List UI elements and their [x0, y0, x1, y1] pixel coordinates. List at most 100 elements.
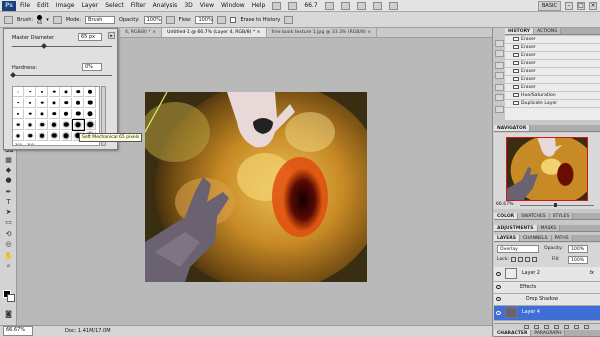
- hardness-slider-track[interactable]: [12, 75, 112, 76]
- layer-fx-icon[interactable]: fx: [589, 267, 594, 281]
- background-color-swatch[interactable]: [7, 294, 15, 302]
- diameter-slider-track[interactable]: [12, 46, 112, 47]
- tab-swatches[interactable]: SWATCHES: [518, 213, 550, 219]
- pen-tool-icon[interactable]: ✒: [3, 188, 14, 197]
- brush-preset-cell[interactable]: [49, 98, 60, 108]
- lock-transparent-icon[interactable]: [511, 257, 516, 262]
- dodge-tool-icon[interactable]: ●: [3, 176, 14, 185]
- gradient-tool-icon[interactable]: ▦: [3, 156, 14, 165]
- brush-preset-cell[interactable]: [61, 131, 72, 141]
- history-item[interactable]: Hue/Saturation: [505, 92, 600, 100]
- zoom-tool-icon[interactable]: [340, 2, 350, 10]
- doc-tab-book-texture[interactable]: free book texture 1.jpg @ 33.3% (RGB/8) …: [267, 28, 378, 37]
- actions-panel-icon[interactable]: [495, 50, 504, 57]
- brush-preset-cell[interactable]: [13, 109, 24, 119]
- history-panel-icon[interactable]: [495, 40, 504, 47]
- visibility-eye-icon[interactable]: [496, 311, 501, 315]
- layer-opacity-field[interactable]: 100%: [568, 245, 588, 253]
- brush-preset-cell[interactable]: [25, 109, 36, 119]
- tab-styles[interactable]: STYLES: [549, 213, 574, 219]
- layer-row-layer-4[interactable]: Layer 4: [494, 306, 600, 321]
- lock-pixels-icon[interactable]: [518, 257, 523, 262]
- visibility-eye-icon[interactable]: [496, 285, 501, 289]
- info-panel-icon[interactable]: [495, 94, 504, 101]
- tool-presets-icon[interactable]: [495, 84, 504, 91]
- type-tool-icon[interactable]: T: [3, 198, 14, 207]
- menu-image[interactable]: Image: [56, 1, 75, 11]
- tab-color[interactable]: COLOR: [494, 213, 519, 219]
- tab-paragraph[interactable]: PARAGRAPH: [531, 330, 566, 336]
- brush-preset-cell[interactable]: [61, 98, 72, 108]
- brush-preset-cell[interactable]: [49, 87, 60, 97]
- tab-character[interactable]: CHARACTER: [494, 330, 532, 336]
- screen-mode-icon[interactable]: [388, 2, 398, 10]
- history-item[interactable]: Duplicate Layer: [505, 100, 600, 108]
- doc-tab[interactable]: 4, RGB/8) * ×: [120, 28, 163, 37]
- history-item[interactable]: Eraser: [505, 52, 600, 60]
- lock-all-icon[interactable]: [532, 257, 537, 262]
- mini-bridge-icon[interactable]: [288, 2, 298, 10]
- workspace-switcher[interactable]: BASIC: [538, 1, 561, 11]
- blur-tool-icon[interactable]: ◆: [3, 166, 14, 175]
- menu-select[interactable]: Select: [105, 1, 124, 11]
- menu-3d[interactable]: 3D: [184, 1, 192, 11]
- brush-preset-cell[interactable]: [25, 98, 36, 108]
- brush-preset-cell[interactable]: [49, 120, 60, 130]
- history-item[interactable]: Eraser: [505, 36, 600, 44]
- hand-tool-icon[interactable]: ✋: [3, 252, 14, 261]
- visibility-eye-icon[interactable]: [496, 297, 501, 301]
- clone-source-icon[interactable]: [495, 72, 504, 79]
- blend-mode-select[interactable]: Overlay: [497, 245, 539, 253]
- brush-preset-cell[interactable]: [73, 87, 84, 97]
- layer-row-layer-2[interactable]: Layer 2 fx: [494, 267, 600, 282]
- opacity-field[interactable]: 100%: [143, 15, 162, 24]
- 3d-orbit-icon[interactable]: ◎: [3, 240, 14, 249]
- tab-channels[interactable]: CHANNELS: [519, 235, 552, 241]
- brush-preset-cell[interactable]: [37, 98, 48, 108]
- 3d-panel-icon[interactable]: [495, 106, 504, 113]
- minimize-icon[interactable]: –: [565, 2, 573, 10]
- brush-preset-picker[interactable]: 65: [37, 14, 42, 25]
- doc-size-info[interactable]: Doc: 1.41M/17.0M: [65, 326, 111, 336]
- brush-preset-cell[interactable]: [72, 119, 85, 131]
- tab-actions[interactable]: ACTIONS: [534, 28, 562, 34]
- menu-filter[interactable]: Filter: [131, 1, 146, 11]
- erase-to-history-checkbox[interactable]: [230, 16, 237, 23]
- menu-edit[interactable]: Edit: [37, 1, 49, 11]
- visibility-eye-icon[interactable]: [496, 272, 501, 276]
- flow-field[interactable]: 100%: [195, 15, 214, 24]
- new-group-icon[interactable]: [564, 325, 569, 329]
- layer-effects-row[interactable]: Effects: [494, 282, 600, 294]
- history-item[interactable]: Eraser: [505, 68, 600, 76]
- shape-tool-icon[interactable]: ▭: [3, 218, 14, 227]
- brush-preset-cell[interactable]: [37, 87, 48, 97]
- hardness-field[interactable]: 0%: [82, 63, 102, 71]
- brush-preset-cell[interactable]: [61, 120, 72, 130]
- tab-history[interactable]: HISTORY: [505, 28, 535, 34]
- 3d-rotate-icon[interactable]: ⟲: [3, 230, 14, 239]
- hardness-slider-thumb[interactable]: [10, 72, 16, 78]
- new-adjustment-icon[interactable]: [554, 325, 559, 329]
- brush-preset-cell[interactable]: [85, 87, 96, 97]
- tab-masks[interactable]: MASKS: [537, 225, 561, 231]
- brush-preset-cell[interactable]: [61, 109, 72, 119]
- eraser-tool-icon[interactable]: [4, 15, 13, 24]
- diameter-slider-thumb[interactable]: [41, 43, 47, 49]
- tab-navigator[interactable]: NAVIGATOR: [494, 125, 531, 131]
- brush-preset-cell[interactable]: [37, 109, 48, 119]
- brush-preset-cell[interactable]: [13, 87, 24, 97]
- navigator-slider-thumb[interactable]: [554, 203, 557, 207]
- pressure-size-icon[interactable]: [284, 15, 294, 24]
- brush-preset-cell[interactable]: [25, 120, 36, 130]
- navigator-thumbnail[interactable]: [506, 137, 588, 201]
- menu-layer[interactable]: Layer: [81, 1, 98, 11]
- lock-position-icon[interactable]: [525, 257, 530, 262]
- trash-icon[interactable]: [584, 325, 589, 329]
- brush-preset-cell[interactable]: [25, 131, 36, 141]
- add-mask-icon[interactable]: [544, 325, 549, 329]
- path-selection-icon[interactable]: ➤: [3, 208, 14, 217]
- brush-preset-cell[interactable]: [73, 109, 84, 119]
- mode-select[interactable]: Brush: [85, 15, 116, 24]
- brush-preset-cell[interactable]: [49, 109, 60, 119]
- brush-preset-cell[interactable]: [37, 131, 48, 141]
